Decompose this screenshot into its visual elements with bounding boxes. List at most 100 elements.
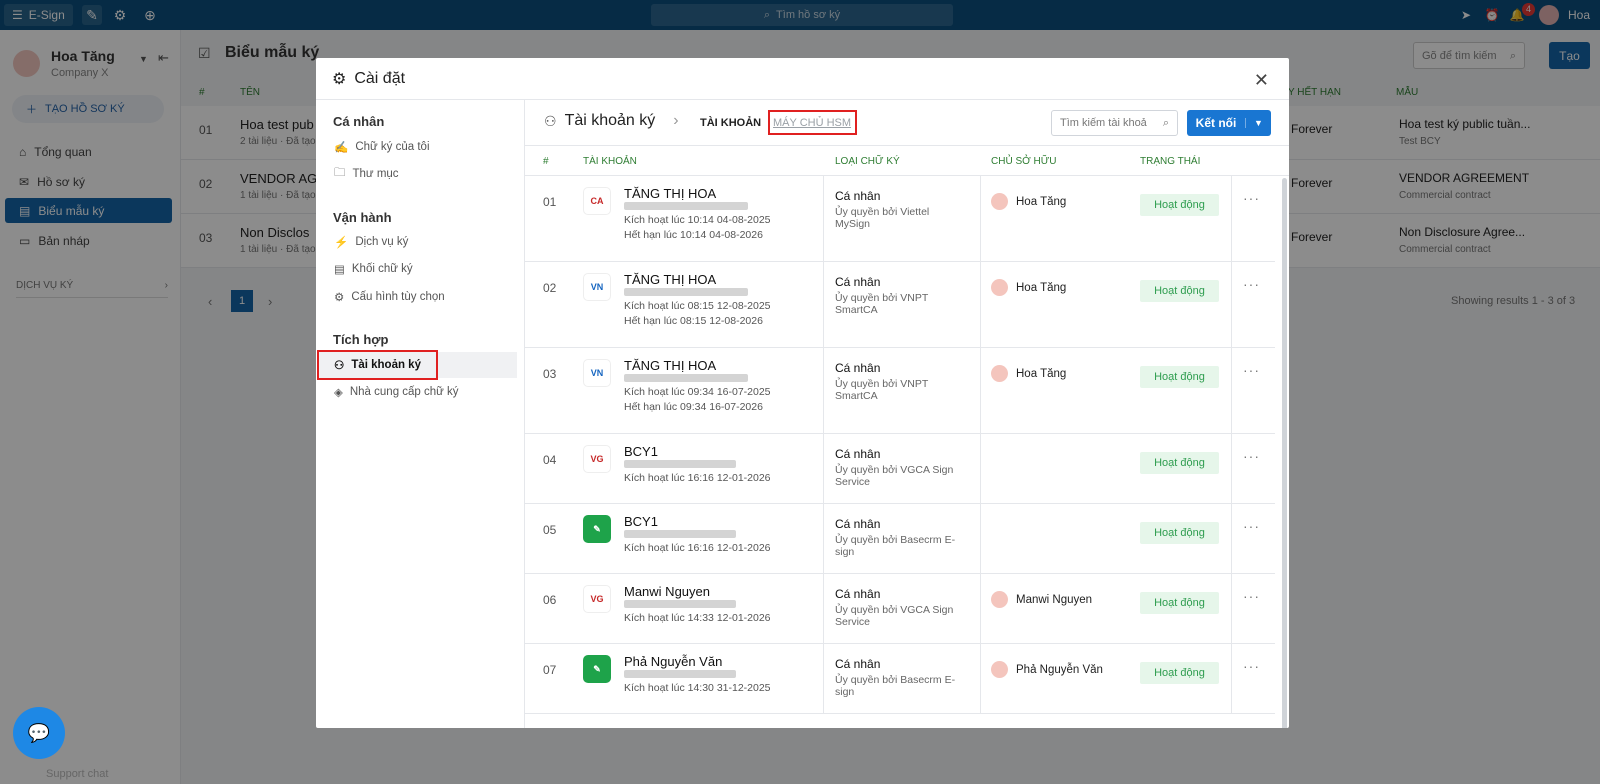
- status-badge: Hoạt động: [1140, 662, 1219, 684]
- redacted-email: [624, 460, 736, 468]
- more-icon[interactable]: ···: [1243, 448, 1260, 464]
- table-row[interactable]: 02 VN TĂNG THỊ HOA Kích hoạt lúc 08:15 12-0…: [525, 262, 1275, 348]
- account-search-input[interactable]: Tìm kiếm tài khoả ⌕: [1051, 110, 1178, 136]
- authorized-by: Ủy quyền bởi VNPT SmartCA: [835, 378, 929, 402]
- account-date: Kích hoạt lúc 09:34 16-07-2025: [624, 386, 771, 398]
- avatar: [991, 193, 1008, 210]
- account-name: Manwi Nguyen: [624, 584, 710, 599]
- user-key-icon: ⚇: [544, 112, 557, 129]
- divider: [1231, 176, 1232, 262]
- highlight-box: [317, 350, 438, 380]
- support-chat-button[interactable]: 💬: [13, 707, 65, 759]
- connect-button[interactable]: Kết nối ▼: [1187, 110, 1271, 136]
- account-name: TĂNG THỊ HOA: [624, 272, 717, 287]
- more-icon[interactable]: ···: [1243, 362, 1260, 378]
- table-header: # TÀI KHOẢN LOẠI CHỮ KÝ CHỦ SỞ HỮU TRẠNG…: [525, 146, 1289, 176]
- authorized-by: Ủy quyền bởi Basecrm E-sign: [835, 674, 956, 698]
- authorized-by: Ủy quyền bởi VGCA Sign Service: [835, 604, 954, 628]
- status-badge: Hoạt động: [1140, 194, 1219, 216]
- nav-folder[interactable]: 🗀 Thư mục: [333, 161, 517, 187]
- owner: Phả Nguyễn Văn: [991, 661, 1103, 678]
- divider: [980, 574, 981, 644]
- authorized-by: Ủy quyền bởi VNPT SmartCA: [835, 292, 929, 316]
- nav-my-signature[interactable]: ✍ Chữ ký của tôi: [333, 134, 517, 160]
- gear-icon: ⚙: [332, 70, 347, 88]
- account-date: Hết hạn lúc 08:15 12-08-2026: [624, 315, 763, 327]
- chevron-right-icon: ›: [673, 112, 679, 129]
- section-title: Tích hợp: [333, 332, 389, 347]
- more-icon[interactable]: ···: [1243, 276, 1260, 292]
- account-name: BCY1: [624, 444, 658, 459]
- status-badge: Hoạt động: [1140, 452, 1219, 474]
- divider: [980, 348, 981, 434]
- nav-preferences[interactable]: ⚙ Cấu hình tùy chọn: [333, 284, 517, 310]
- avatar: [991, 365, 1008, 382]
- account-date: Kích hoạt lúc 08:15 12-08-2025: [624, 300, 771, 312]
- folder-icon: 🗀: [334, 166, 346, 179]
- avatar: [991, 661, 1008, 678]
- provider-logo-icon: ✎: [583, 515, 611, 543]
- search-icon: ⌕: [1162, 117, 1169, 129]
- signature-type: Cá nhân: [835, 657, 881, 671]
- more-icon[interactable]: ···: [1243, 588, 1260, 604]
- nav-signature-block[interactable]: ▤ Khối chữ ký: [333, 256, 517, 282]
- account-date: Kích hoạt lúc 16:16 12-01-2026: [624, 542, 771, 554]
- panel-header: ⚇ Tài khoản ký › TÀI KHOẢN MÁY CHỦ HSM Tìm…: [525, 100, 1289, 146]
- authorized-by: Ủy quyền bởi Viettel MySign: [835, 206, 930, 230]
- redacted-email: [624, 374, 748, 382]
- modal-title: Cài đặt: [354, 69, 406, 87]
- divider: [1231, 434, 1232, 504]
- table-row[interactable]: 05 ✎ BCY1 Kích hoạt lúc 16:16 12-01-2026 Cá …: [525, 504, 1275, 574]
- provider-logo-icon: CA: [583, 187, 611, 215]
- row-number: 07: [543, 663, 557, 677]
- divider: [980, 644, 981, 714]
- more-icon[interactable]: ···: [1243, 190, 1260, 206]
- status-badge: Hoạt động: [1140, 366, 1219, 388]
- table-row[interactable]: 04 VG BCY1 Kích hoạt lúc 16:16 12-01-2026 Cá…: [525, 434, 1275, 504]
- support-chat-label[interactable]: Support chat: [46, 768, 108, 780]
- provider-logo-icon: VG: [583, 445, 611, 473]
- table-row[interactable]: 06 VG Manwi Nguyen Kích hoạt lúc 14:33 12-0…: [525, 574, 1275, 644]
- divider: [823, 434, 824, 504]
- row-number: 02: [543, 281, 557, 295]
- redacted-email: [624, 530, 736, 538]
- avatar: [991, 591, 1008, 608]
- account-name: TĂNG THỊ HOA: [624, 186, 717, 201]
- divider: [1231, 644, 1232, 714]
- signature-type: Cá nhân: [835, 517, 881, 531]
- tab-account[interactable]: TÀI KHOẢN: [700, 117, 761, 129]
- nav-sign-service[interactable]: ⚡ Dịch vụ ký: [333, 229, 517, 255]
- account-date: Hết hạn lúc 09:34 16-07-2026: [624, 401, 763, 413]
- owner: Hoa Tăng: [991, 365, 1066, 382]
- redacted-email: [624, 600, 736, 608]
- authorized-by: Ủy quyền bởi VGCA Sign Service: [835, 464, 954, 488]
- row-number: 05: [543, 523, 557, 537]
- divider: [980, 504, 981, 574]
- table-row[interactable]: 03 VN TĂNG THỊ HOA Kích hoạt lúc 09:34 16-0…: [525, 348, 1275, 434]
- modal-header: ⚙ Cài đặt: [316, 58, 1289, 100]
- scrollbar[interactable]: [1282, 178, 1287, 728]
- table-row[interactable]: 07 ✎ Phả Nguyễn Văn Kích hoạt lúc 14:30 31-…: [525, 644, 1275, 714]
- table-row[interactable]: 01 CA TĂNG THỊ HOA Kích hoạt lúc 10:14 04-0…: [525, 176, 1275, 262]
- divider: [823, 262, 824, 348]
- status-badge: Hoạt động: [1140, 522, 1219, 544]
- more-icon[interactable]: ···: [1243, 518, 1260, 534]
- signature-type: Cá nhân: [835, 275, 881, 289]
- accounts-panel: ⚇ Tài khoản ký › TÀI KHOẢN MÁY CHỦ HSM Tìm…: [525, 100, 1289, 728]
- redacted-email: [624, 288, 748, 296]
- diamond-icon: ◈: [334, 387, 343, 399]
- account-date: Kích hoạt lúc 14:30 31-12-2025: [624, 682, 771, 694]
- account-name: Phả Nguyễn Văn: [624, 654, 723, 669]
- row-number: 01: [543, 195, 557, 209]
- signature-type: Cá nhân: [835, 189, 881, 203]
- service-icon: ⚡: [334, 237, 349, 249]
- close-icon[interactable]: ✕: [1254, 70, 1269, 91]
- more-icon[interactable]: ···: [1243, 658, 1260, 674]
- nav-signature-provider[interactable]: ◈ Nhà cung cấp chữ ký: [333, 379, 517, 405]
- divider: [823, 574, 824, 644]
- divider: [980, 262, 981, 348]
- divider: [1231, 348, 1232, 434]
- divider: [823, 348, 824, 434]
- caret-down-icon[interactable]: ▼: [1245, 118, 1271, 128]
- panel-title: Tài khoản ký: [564, 112, 656, 129]
